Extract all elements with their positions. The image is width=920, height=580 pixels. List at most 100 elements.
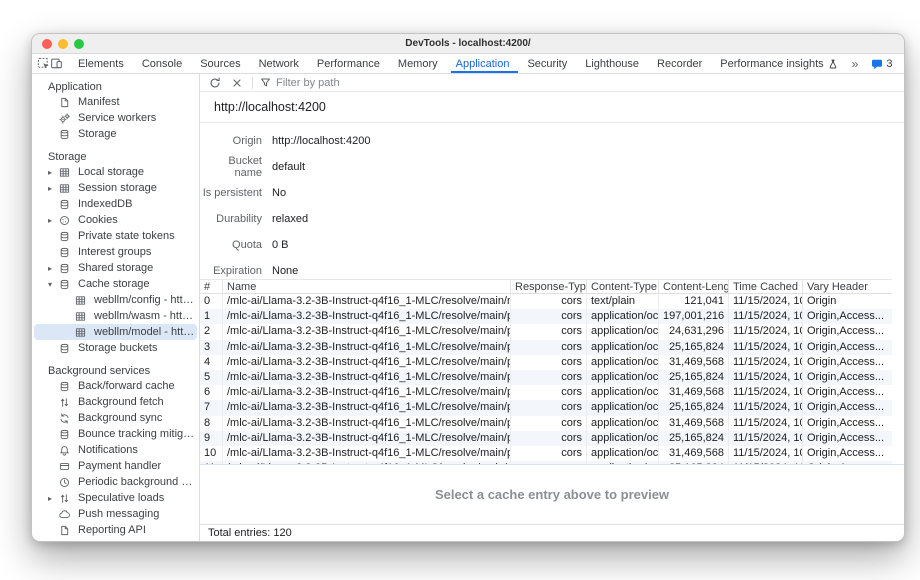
tab[interactable]: Security bbox=[520, 54, 578, 73]
sidebar-item-label: Manifest bbox=[74, 96, 120, 108]
database-icon bbox=[59, 129, 74, 140]
cell-response-type: cors bbox=[510, 340, 586, 355]
column-header[interactable]: Name bbox=[222, 280, 510, 293]
column-header[interactable]: Time Cached bbox=[728, 280, 802, 293]
sidebar-item-label: Storage bbox=[74, 128, 117, 140]
sidebar-item[interactable]: ▾ Cache storage bbox=[34, 276, 197, 292]
sidebar-item[interactable]: ▸ Local storage bbox=[34, 164, 197, 180]
table-row[interactable]: 8 /mlc-ai/Llama-3.2-3B-Instruct-q4f16_1-… bbox=[200, 416, 892, 431]
cell-name: /mlc-ai/Llama-3.2-3B-Instruct-q4f16_1-ML… bbox=[222, 416, 510, 431]
table-row[interactable]: 7 /mlc-ai/Llama-3.2-3B-Instruct-q4f16_1-… bbox=[200, 400, 892, 415]
sidebar-item[interactable]: Bounce tracking mitigations bbox=[34, 426, 197, 442]
table-row[interactable]: 4 /mlc-ai/Llama-3.2-3B-Instruct-q4f16_1-… bbox=[200, 355, 892, 370]
delete-selected-icon[interactable] bbox=[229, 75, 245, 91]
table-row[interactable]: 9 /mlc-ai/Llama-3.2-3B-Instruct-q4f16_1-… bbox=[200, 431, 892, 446]
table-row[interactable]: 5 /mlc-ai/Llama-3.2-3B-Instruct-q4f16_1-… bbox=[200, 370, 892, 385]
sidebar-item-label: Cache storage bbox=[74, 278, 150, 290]
tab[interactable]: Memory bbox=[391, 54, 449, 73]
tab[interactable]: Elements bbox=[71, 54, 135, 73]
column-header[interactable]: Response-Type bbox=[510, 280, 586, 293]
sidebar-item-label: webllm/config - http://loc... bbox=[90, 294, 197, 306]
column-header[interactable]: Content-Length bbox=[658, 280, 728, 293]
sidebar-item[interactable]: Storage bbox=[34, 126, 197, 142]
tab[interactable]: Performance bbox=[310, 54, 391, 73]
cell-content-length: 25,165,824 bbox=[658, 370, 728, 385]
sidebar-item[interactable]: Push messaging bbox=[34, 506, 197, 522]
tab[interactable]: Lighthouse bbox=[578, 54, 650, 73]
cell-vary-header: Origin,Access... bbox=[802, 370, 892, 385]
detail-label: Durability bbox=[200, 213, 262, 225]
column-header[interactable]: # bbox=[200, 280, 222, 293]
tab[interactable]: Performance insights bbox=[713, 54, 844, 73]
tab[interactable]: Application bbox=[449, 54, 521, 73]
sidebar-item[interactable]: webllm/wasm - http://loca... bbox=[34, 308, 197, 324]
tab[interactable]: Console bbox=[135, 54, 193, 73]
sidebar-item[interactable]: IndexedDB bbox=[34, 196, 197, 212]
sidebar-item[interactable]: webllm/config - http://loc... bbox=[34, 292, 197, 308]
cell-index: 2 bbox=[200, 324, 222, 339]
sidebar-item[interactable]: ▸ Shared storage bbox=[34, 260, 197, 276]
cell-name: /mlc-ai/Llama-3.2-3B-Instruct-q4f16_1-ML… bbox=[222, 355, 510, 370]
table-row[interactable]: 10 /mlc-ai/Llama-3.2-3B-Instruct-q4f16_1… bbox=[200, 446, 892, 461]
sidebar-item[interactable]: Payment handler bbox=[34, 458, 197, 474]
payment-icon bbox=[59, 461, 74, 472]
sidebar-item[interactable]: ▸ Speculative loads bbox=[34, 490, 197, 506]
more-tabs-button[interactable]: » bbox=[845, 57, 866, 71]
flask-icon bbox=[828, 59, 838, 69]
feedback-button[interactable]: 3 bbox=[865, 58, 898, 70]
sidebar-item[interactable]: Storage buckets bbox=[34, 340, 197, 356]
cell-index: 7 bbox=[200, 400, 222, 415]
cell-content-type: application/oc... bbox=[586, 355, 658, 370]
cell-vary-header: Origin,Access... bbox=[802, 324, 892, 339]
feedback-bubble-icon bbox=[871, 58, 883, 70]
database-icon bbox=[59, 381, 74, 392]
cell-time-cached: 11/15/2024, 10... bbox=[728, 309, 802, 324]
table-row[interactable]: 0 /mlc-ai/Llama-3.2-3B-Instruct-q4f16_1-… bbox=[200, 294, 892, 309]
column-header[interactable]: Content-Type bbox=[586, 280, 658, 293]
refresh-icon[interactable] bbox=[207, 75, 223, 91]
cell-vary-header: Origin,Access... bbox=[802, 309, 892, 324]
sidebar-item[interactable]: Interest groups bbox=[34, 244, 197, 260]
cell-name: /mlc-ai/Llama-3.2-3B-Instruct-q4f16_1-ML… bbox=[222, 400, 510, 415]
sidebar-item-label: Session storage bbox=[74, 182, 157, 194]
cell-content-length: 24,631,296 bbox=[658, 324, 728, 339]
tab[interactable]: Recorder bbox=[650, 54, 713, 73]
sidebar-item[interactable]: Service workers bbox=[34, 110, 197, 126]
inspect-element-icon[interactable] bbox=[37, 54, 50, 73]
detail-value: No bbox=[262, 187, 286, 199]
cell-content-type: application/oc... bbox=[586, 446, 658, 461]
database-icon bbox=[59, 231, 74, 242]
cell-response-type: cors bbox=[510, 294, 586, 309]
tab[interactable]: Sources bbox=[193, 54, 251, 73]
panel-tabs: Elements Console Sources Network bbox=[71, 54, 845, 73]
sidebar-item-label: Shared storage bbox=[74, 262, 153, 274]
database-icon bbox=[59, 429, 74, 440]
sidebar-item[interactable]: Notifications bbox=[34, 442, 197, 458]
table-row[interactable]: 3 /mlc-ai/Llama-3.2-3B-Instruct-q4f16_1-… bbox=[200, 340, 892, 355]
table-row[interactable]: 6 /mlc-ai/Llama-3.2-3B-Instruct-q4f16_1-… bbox=[200, 385, 892, 400]
service-workers-icon bbox=[59, 113, 74, 124]
sidebar-item[interactable]: Back/forward cache bbox=[34, 378, 197, 394]
sidebar-item[interactable]: Manifest bbox=[34, 94, 197, 110]
filter-input[interactable]: Filter by path bbox=[260, 77, 340, 89]
table-row[interactable]: 1 /mlc-ai/Llama-3.2-3B-Instruct-q4f16_1-… bbox=[200, 309, 892, 324]
sidebar-item-label: Back/forward cache bbox=[74, 380, 175, 392]
chevron-right-icon: ▸ bbox=[48, 168, 59, 177]
sidebar-item[interactable]: ▸ Cookies bbox=[34, 212, 197, 228]
sidebar-item[interactable]: Background fetch bbox=[34, 394, 197, 410]
cell-time-cached: 11/15/2024, 10... bbox=[728, 324, 802, 339]
sidebar-item[interactable]: Reporting API bbox=[34, 522, 197, 538]
table-row[interactable]: 2 /mlc-ai/Llama-3.2-3B-Instruct-q4f16_1-… bbox=[200, 324, 892, 339]
sidebar-item[interactable]: ▸ Session storage bbox=[34, 180, 197, 196]
sidebar-item[interactable]: webllm/model - http://loc... bbox=[34, 324, 197, 340]
detail-row: Durability relaxed bbox=[200, 206, 904, 232]
column-header[interactable]: Vary Header bbox=[802, 280, 892, 293]
device-toolbar-icon[interactable] bbox=[50, 54, 63, 73]
cell-content-length: 31,469,568 bbox=[658, 385, 728, 400]
sidebar-item[interactable]: Periodic background sync bbox=[34, 474, 197, 490]
cell-name: /mlc-ai/Llama-3.2-3B-Instruct-q4f16_1-ML… bbox=[222, 370, 510, 385]
sidebar-item[interactable]: Private state tokens bbox=[34, 228, 197, 244]
tab[interactable]: Network bbox=[252, 54, 310, 73]
sidebar-item[interactable]: Background sync bbox=[34, 410, 197, 426]
cell-response-type: cors bbox=[510, 324, 586, 339]
